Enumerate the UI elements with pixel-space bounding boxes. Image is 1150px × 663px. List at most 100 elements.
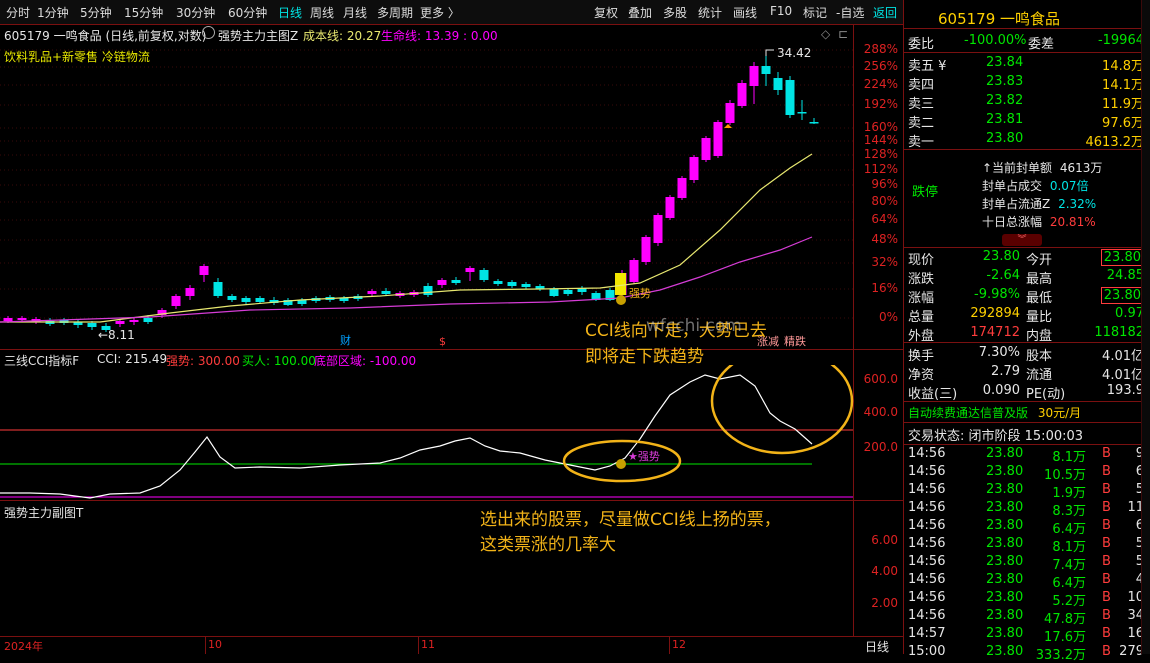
watermark: wfcchi.com [646,316,742,336]
fund-value: 4.01亿 [1102,368,1144,383]
kline-chart[interactable]: 34.42←8.11强势财 $ 涨减 精跌 [0,40,903,350]
life-line [0,236,813,323]
main-y-tick: 128% [863,147,898,161]
ask-row[interactable]: 卖二 23.81 97.6万 [908,112,1144,131]
tick-row: 14:56 23.80 8.1万 B 9 [908,446,1144,465]
fund-label: PE(动) [1026,387,1066,402]
ask-row[interactable]: 卖五 ¥ 23.84 14.8万 [908,55,1144,74]
tick-row: 14:56 23.80 8.1万 B 5 [908,536,1144,555]
indicator-settings-icon[interactable] [202,26,215,39]
tab-fenshi[interactable]: 分时 [6,4,30,21]
highlight-circle [710,365,854,455]
tick-volume: 47.8万 [1044,612,1086,627]
seal-value: 0.07倍 [1049,179,1089,193]
fund-row: 净资 2.79 流通 4.01亿 [908,364,1144,383]
tick-price: 23.80 [986,446,1024,461]
high-pointer [765,49,774,56]
tab-30min[interactable]: 30分钟 [176,4,215,21]
ask-price: 23.80 [986,131,1024,146]
tab-more[interactable]: 更多 〉 [420,4,460,21]
ask-row[interactable]: 卖三 23.82 11.9万 [908,93,1144,112]
overlay-button[interactable]: 叠加 [628,4,652,21]
stat-value: 23.80 [1100,287,1144,304]
cci-y-tick: 200.0 [863,440,898,454]
mark-button[interactable]: 标记 [803,4,827,21]
seal-label: 十日总涨幅 [982,215,1043,229]
candle-body [737,83,747,106]
sub-indicator-name[interactable]: 强势主力副图T [4,504,83,521]
x-axis-label: 12 [672,638,686,651]
cci-signal-label: ★强势 [628,450,660,463]
multi-stock-button[interactable]: 多股 [663,4,687,21]
cci-chart[interactable]: ★强势 [0,365,903,500]
collapse-icon[interactable]: ◇ [821,27,830,41]
expand-icon[interactable]: ⊏ [838,27,848,41]
tab-daily[interactable]: 日线 [278,4,302,21]
f10-button[interactable]: F10 [770,4,792,18]
fuquan-button[interactable]: 复权 [594,4,618,21]
stat-label: 涨幅 [908,291,935,306]
period-indicator[interactable]: 日线 [865,638,889,655]
candle-body [749,66,759,86]
tick-side: B [1102,536,1111,551]
ask-price: 23.82 [986,93,1024,108]
tick-price: 23.80 [986,626,1024,641]
tick-price: 23.80 [986,536,1024,551]
stat-row: 涨幅 -9.98% 最低 23.80 [908,287,1144,306]
tab-monthly[interactable]: 月线 [343,4,367,21]
tick-volume: 8.1万 [1052,540,1086,555]
stat-label: 最低 [1026,291,1053,306]
tab-5min[interactable]: 5分钟 [80,4,112,21]
collapse-toggle-icon[interactable]: ︾ [1002,234,1042,246]
tab-60min[interactable]: 60分钟 [228,4,267,21]
stat-row: 总量 292894 量比 0.97 [908,306,1144,325]
tick-time: 14:56 [908,572,946,587]
ask-volume: 11.9万 [1102,97,1144,112]
candle-body [641,237,651,262]
axis-divider [0,636,903,637]
ask-label: 卖五 ¥ [908,59,947,74]
stats-button[interactable]: 统计 [698,4,722,21]
stock-code: 605179 [938,10,996,28]
seal-label: ↑当前封单额 [982,161,1053,175]
fund-label: 换手 [908,349,935,364]
candle-body [809,122,819,124]
ask-row[interactable]: 卖一 23.80 4613.2万 [908,131,1144,150]
tick-price: 23.80 [986,554,1024,569]
weibi-value: -100.00% [964,33,1027,48]
candle-body [381,291,391,294]
side-collapse-strip[interactable] [1141,0,1150,654]
tab-weekly[interactable]: 周线 [310,4,334,21]
main-y-tick: 96% [871,177,898,191]
sub-y-tick: 6.00 [871,533,898,547]
tick-price: 23.80 [986,482,1024,497]
tick-time: 14:56 [908,518,946,533]
tick-price: 23.80 [986,608,1024,623]
ad-price[interactable]: 30元/月 [1038,406,1081,420]
draw-line-button[interactable]: 画线 [733,4,757,21]
signal-label: 强势 [629,287,651,300]
candle-body [653,215,663,243]
candle-body [761,66,771,74]
stat-label: 最高 [1026,272,1053,287]
tick-side: B [1102,590,1111,605]
candle-body [773,78,783,90]
ask-row[interactable]: 卖四 23.83 14.1万 [908,74,1144,93]
seal-label: 封单占成交 [982,179,1043,193]
candle-body [563,290,573,294]
weibi-label: 委比 [908,37,935,52]
tick-price: 23.80 [986,464,1024,479]
tab-multi-period[interactable]: 多周期 [377,4,413,21]
tick-side: B [1102,464,1111,479]
stat-value: 174712 [970,325,1020,340]
tab-15min[interactable]: 15分钟 [124,4,163,21]
back-button[interactable]: 返回 [873,4,897,21]
candle-body [171,296,181,306]
ad-text[interactable]: 自动续费通达信普及版 [908,406,1028,420]
stat-label: 现价 [908,253,935,268]
main-y-tick: 32% [871,255,898,269]
remove-watchlist-button[interactable]: -自选 [836,4,864,21]
tab-1min[interactable]: 1分钟 [37,4,69,21]
tick-time: 14:56 [908,608,946,623]
tick-time: 14:56 [908,482,946,497]
